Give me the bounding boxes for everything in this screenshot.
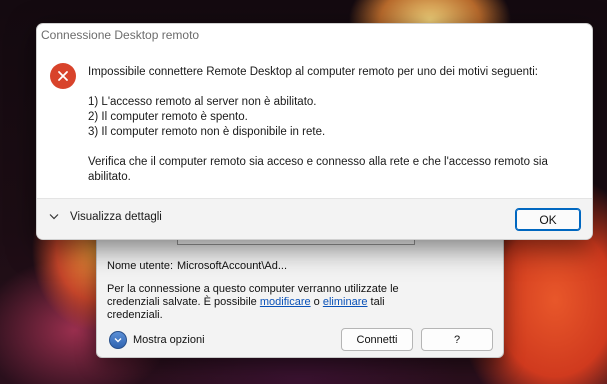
message-intro: Impossibile connettere Remote Desktop al… bbox=[88, 66, 539, 78]
show-options-toggle[interactable]: Mostra opzioni bbox=[109, 331, 205, 349]
chevron-down-icon bbox=[109, 331, 127, 349]
help-button[interactable]: ? bbox=[421, 328, 493, 351]
reason-item: 3) Il computer remoto non è disponibile … bbox=[88, 126, 326, 138]
modify-credentials-link[interactable]: modificare bbox=[260, 296, 311, 308]
show-options-label: Mostra opzioni bbox=[133, 334, 205, 346]
error-dialog: Connessione Desktop remoto Impossibile c… bbox=[36, 23, 593, 240]
username-label: Nome utente: bbox=[107, 260, 174, 272]
ok-button[interactable]: OK bbox=[515, 208, 581, 231]
username-row: Nome utente: MicrosoftAccount\Ad... bbox=[107, 260, 287, 272]
username-value: MicrosoftAccount\Ad... bbox=[177, 260, 288, 272]
dialog-footer: Visualizza dettagli OK bbox=[37, 198, 592, 239]
chevron-down-icon bbox=[49, 211, 59, 223]
delete-credentials-link[interactable]: eliminare bbox=[323, 296, 368, 308]
dialog-title: Connessione Desktop remoto bbox=[41, 28, 200, 42]
credentials-text-or: o bbox=[310, 296, 323, 308]
show-details-toggle[interactable]: Visualizza dettagli bbox=[49, 211, 162, 223]
reason-item: 2) Il computer remoto è spento. bbox=[88, 111, 248, 123]
message-outro: Verifica che il computer remoto sia acce… bbox=[88, 156, 548, 183]
error-icon bbox=[50, 63, 76, 89]
connect-button[interactable]: Connetti bbox=[341, 328, 413, 351]
credentials-info: Per la connessione a questo computer ver… bbox=[107, 283, 407, 322]
reason-item: 1) L'accesso remoto al server non è abil… bbox=[88, 96, 317, 108]
error-message: Impossibile connettere Remote Desktop al… bbox=[88, 65, 578, 185]
show-details-label: Visualizza dettagli bbox=[70, 211, 162, 223]
